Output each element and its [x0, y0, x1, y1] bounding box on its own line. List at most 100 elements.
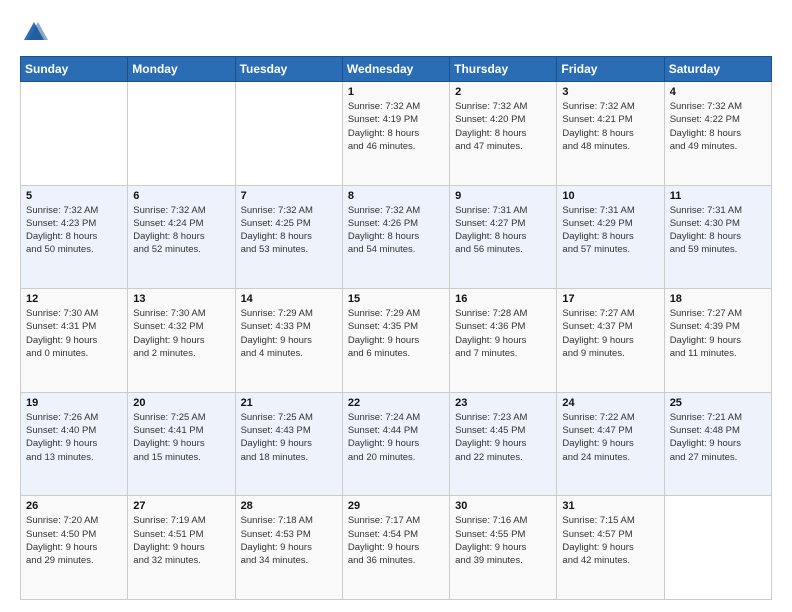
day-info: Sunrise: 7:27 AM Sunset: 4:37 PM Dayligh…	[562, 307, 658, 360]
day-info: Sunrise: 7:17 AM Sunset: 4:54 PM Dayligh…	[348, 514, 444, 567]
day-number: 7	[241, 190, 337, 202]
day-info: Sunrise: 7:28 AM Sunset: 4:36 PM Dayligh…	[455, 307, 551, 360]
day-info: Sunrise: 7:32 AM Sunset: 4:19 PM Dayligh…	[348, 100, 444, 153]
day-number: 10	[562, 190, 658, 202]
calendar-cell: 22Sunrise: 7:24 AM Sunset: 4:44 PM Dayli…	[342, 392, 449, 496]
logo	[20, 18, 52, 46]
calendar-cell: 28 Sunrise: 7:18 AM Sunset: 4:53 PM Dayli…	[235, 496, 342, 600]
day-number: 6	[133, 190, 229, 202]
calendar-cell: 2 Sunrise: 7:32 AM Sunset: 4:20 PM Daylig…	[450, 82, 557, 186]
day-number: 17	[562, 293, 658, 305]
day-info: Sunrise: 7:32 AM Sunset: 4:22 PM Dayligh…	[670, 100, 766, 153]
calendar-table: SundayMondayTuesdayWednesdayThursdayFrid…	[20, 56, 772, 600]
day-number: 11	[670, 190, 766, 202]
calendar-cell	[128, 82, 235, 186]
day-number: 29	[348, 500, 444, 512]
day-info: Sunrise: 7:30 AM Sunset: 4:31 PM Dayligh…	[26, 307, 122, 360]
calendar-cell: 31 Sunrise: 7:15 AM Sunset: 4:57 PM Dayli…	[557, 496, 664, 600]
calendar-cell	[21, 82, 128, 186]
calendar-cell: 19Sunrise: 7:26 AM Sunset: 4:40 PM Dayli…	[21, 392, 128, 496]
day-info: Sunrise: 7:32 AM Sunset: 4:24 PM Dayligh…	[133, 204, 229, 257]
weekday-header-saturday: Saturday	[664, 57, 771, 82]
calendar-cell: 30 Sunrise: 7:16 AM Sunset: 4:55 PM Dayli…	[450, 496, 557, 600]
day-number: 2	[455, 86, 551, 98]
day-info: Sunrise: 7:30 AM Sunset: 4:32 PM Dayligh…	[133, 307, 229, 360]
weekday-header-monday: Monday	[128, 57, 235, 82]
day-number: 27	[133, 500, 229, 512]
day-info: Sunrise: 7:16 AM Sunset: 4:55 PM Dayligh…	[455, 514, 551, 567]
day-number: 22	[348, 397, 444, 409]
calendar-cell: 16Sunrise: 7:28 AM Sunset: 4:36 PM Dayli…	[450, 289, 557, 393]
day-info: Sunrise: 7:31 AM Sunset: 4:30 PM Dayligh…	[670, 204, 766, 257]
day-info: Sunrise: 7:27 AM Sunset: 4:39 PM Dayligh…	[670, 307, 766, 360]
calendar-cell: 24 Sunrise: 7:22 AM Sunset: 4:47 PM Dayli…	[557, 392, 664, 496]
calendar-week-3: 12 Sunrise: 7:30 AM Sunset: 4:31 PM Dayli…	[21, 289, 772, 393]
day-number: 3	[562, 86, 658, 98]
calendar-cell: 6 Sunrise: 7:32 AM Sunset: 4:24 PM Daylig…	[128, 185, 235, 289]
day-number: 14	[241, 293, 337, 305]
day-info: Sunrise: 7:15 AM Sunset: 4:57 PM Dayligh…	[562, 514, 658, 567]
day-number: 4	[670, 86, 766, 98]
calendar-cell: 10 Sunrise: 7:31 AM Sunset: 4:29 PM Dayli…	[557, 185, 664, 289]
day-info: Sunrise: 7:23 AM Sunset: 4:45 PM Dayligh…	[455, 411, 551, 464]
day-info: Sunrise: 7:20 AM Sunset: 4:50 PM Dayligh…	[26, 514, 122, 567]
day-info: Sunrise: 7:32 AM Sunset: 4:21 PM Dayligh…	[562, 100, 658, 153]
day-info: Sunrise: 7:31 AM Sunset: 4:27 PM Dayligh…	[455, 204, 551, 257]
calendar-cell: 7 Sunrise: 7:32 AM Sunset: 4:25 PM Daylig…	[235, 185, 342, 289]
calendar-week-4: 19Sunrise: 7:26 AM Sunset: 4:40 PM Dayli…	[21, 392, 772, 496]
day-number: 25	[670, 397, 766, 409]
day-number: 8	[348, 190, 444, 202]
calendar-cell: 23 Sunrise: 7:23 AM Sunset: 4:45 PM Dayli…	[450, 392, 557, 496]
calendar-cell: 18 Sunrise: 7:27 AM Sunset: 4:39 PM Dayli…	[664, 289, 771, 393]
day-number: 5	[26, 190, 122, 202]
weekday-header-friday: Friday	[557, 57, 664, 82]
calendar-cell: 29 Sunrise: 7:17 AM Sunset: 4:54 PM Dayli…	[342, 496, 449, 600]
header	[20, 18, 772, 46]
weekday-header-thursday: Thursday	[450, 57, 557, 82]
day-info: Sunrise: 7:32 AM Sunset: 4:20 PM Dayligh…	[455, 100, 551, 153]
calendar-cell: 21Sunrise: 7:25 AM Sunset: 4:43 PM Dayli…	[235, 392, 342, 496]
weekday-header-row: SundayMondayTuesdayWednesdayThursdayFrid…	[21, 57, 772, 82]
day-info: Sunrise: 7:29 AM Sunset: 4:35 PM Dayligh…	[348, 307, 444, 360]
day-number: 19	[26, 397, 122, 409]
day-number: 30	[455, 500, 551, 512]
calendar-cell: 11 Sunrise: 7:31 AM Sunset: 4:30 PM Dayli…	[664, 185, 771, 289]
day-info: Sunrise: 7:32 AM Sunset: 4:23 PM Dayligh…	[26, 204, 122, 257]
calendar-cell: 8 Sunrise: 7:32 AM Sunset: 4:26 PM Daylig…	[342, 185, 449, 289]
day-number: 1	[348, 86, 444, 98]
day-info: Sunrise: 7:32 AM Sunset: 4:26 PM Dayligh…	[348, 204, 444, 257]
calendar-cell: 27 Sunrise: 7:19 AM Sunset: 4:51 PM Dayli…	[128, 496, 235, 600]
calendar-cell: 20Sunrise: 7:25 AM Sunset: 4:41 PM Dayli…	[128, 392, 235, 496]
day-number: 18	[670, 293, 766, 305]
calendar-cell: 26 Sunrise: 7:20 AM Sunset: 4:50 PM Dayli…	[21, 496, 128, 600]
day-info: Sunrise: 7:32 AM Sunset: 4:25 PM Dayligh…	[241, 204, 337, 257]
day-number: 24	[562, 397, 658, 409]
day-number: 21	[241, 397, 337, 409]
day-number: 13	[133, 293, 229, 305]
calendar-cell: 9 Sunrise: 7:31 AM Sunset: 4:27 PM Daylig…	[450, 185, 557, 289]
day-number: 12	[26, 293, 122, 305]
day-info: Sunrise: 7:22 AM Sunset: 4:47 PM Dayligh…	[562, 411, 658, 464]
calendar-cell: 4 Sunrise: 7:32 AM Sunset: 4:22 PM Daylig…	[664, 82, 771, 186]
calendar-cell: 17 Sunrise: 7:27 AM Sunset: 4:37 PM Dayli…	[557, 289, 664, 393]
calendar-cell: 12 Sunrise: 7:30 AM Sunset: 4:31 PM Dayli…	[21, 289, 128, 393]
day-number: 9	[455, 190, 551, 202]
day-number: 26	[26, 500, 122, 512]
day-number: 23	[455, 397, 551, 409]
calendar-cell: 1 Sunrise: 7:32 AM Sunset: 4:19 PM Daylig…	[342, 82, 449, 186]
day-number: 28	[241, 500, 337, 512]
day-info: Sunrise: 7:19 AM Sunset: 4:51 PM Dayligh…	[133, 514, 229, 567]
day-info: Sunrise: 7:18 AM Sunset: 4:53 PM Dayligh…	[241, 514, 337, 567]
logo-icon	[20, 18, 48, 46]
day-info: Sunrise: 7:29 AM Sunset: 4:33 PM Dayligh…	[241, 307, 337, 360]
day-number: 31	[562, 500, 658, 512]
day-info: Sunrise: 7:25 AM Sunset: 4:41 PM Dayligh…	[133, 411, 229, 464]
day-info: Sunrise: 7:31 AM Sunset: 4:29 PM Dayligh…	[562, 204, 658, 257]
weekday-header-tuesday: Tuesday	[235, 57, 342, 82]
day-info: Sunrise: 7:21 AM Sunset: 4:48 PM Dayligh…	[670, 411, 766, 464]
calendar-cell: 3 Sunrise: 7:32 AM Sunset: 4:21 PM Daylig…	[557, 82, 664, 186]
calendar-cell: 13 Sunrise: 7:30 AM Sunset: 4:32 PM Dayli…	[128, 289, 235, 393]
weekday-header-sunday: Sunday	[21, 57, 128, 82]
calendar-cell	[235, 82, 342, 186]
calendar-header: SundayMondayTuesdayWednesdayThursdayFrid…	[21, 57, 772, 82]
